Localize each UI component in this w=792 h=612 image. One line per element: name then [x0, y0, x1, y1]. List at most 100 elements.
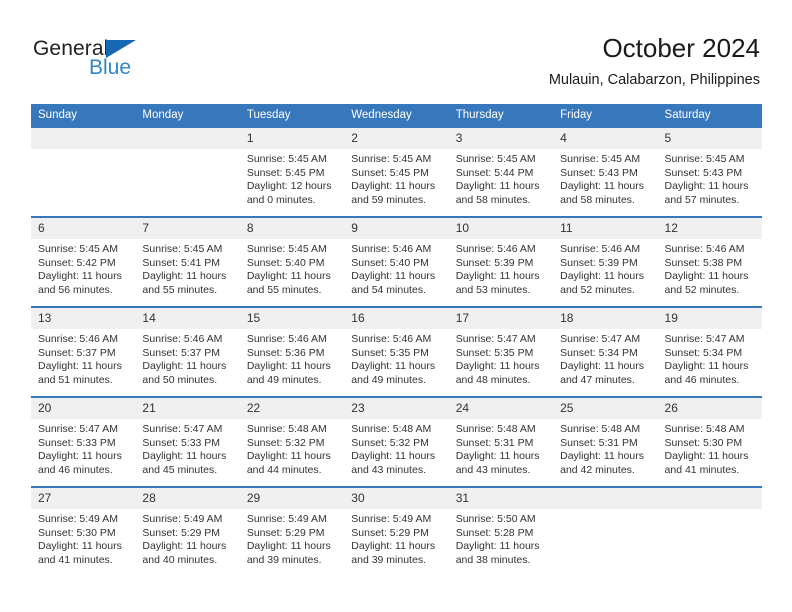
- day-details: [135, 149, 239, 153]
- day-cell-inner: 1 Sunrise: 5:45 AM Sunset: 5:45 PM Daylight…: [239, 128, 345, 216]
- sunrise-text: Sunrise: 5:49 AM: [246, 513, 327, 525]
- calendar-day-cell[interactable]: 14 Sunrise: 5:46 AM Sunset: 5:37 PM Dayligh…: [135, 306, 240, 397]
- daylight-text: Daylight: 11 hours and 45 minutes.: [142, 450, 227, 476]
- sunset-text: Sunset: 5:30 PM: [38, 526, 116, 539]
- day-details: [658, 509, 762, 513]
- daylight-text: Daylight: 12 hours and 0 minutes.: [246, 180, 332, 206]
- daylight-text: Daylight: 11 hours and 39 minutes.: [351, 540, 436, 566]
- sunrise-text: Sunrise: 5:47 AM: [455, 333, 536, 345]
- day-number: 29: [239, 488, 345, 509]
- calendar-day-cell[interactable]: 10 Sunrise: 5:46 AM Sunset: 5:39 PM Dayligh…: [448, 216, 554, 307]
- calendar-day-cell[interactable]: 30 Sunrise: 5:49 AM Sunset: 5:29 PM Dayligh…: [344, 486, 449, 576]
- calendar-day-cell[interactable]: 28 Sunrise: 5:49 AM Sunset: 5:29 PM Dayligh…: [135, 486, 240, 576]
- sunset-text: Sunset: 5:43 PM: [560, 166, 638, 179]
- day-details: Sunrise: 5:47 AM Sunset: 5:33 PM Daylight:…: [135, 419, 239, 477]
- calendar-day-cell[interactable]: 18 Sunrise: 5:47 AM Sunset: 5:34 PM Dayligh…: [553, 306, 658, 397]
- calendar-day-cell[interactable]: 21 Sunrise: 5:47 AM Sunset: 5:33 PM Dayligh…: [135, 396, 240, 487]
- day-cell-inner: 4 Sunrise: 5:45 AM Sunset: 5:43 PM Daylight…: [553, 128, 658, 216]
- calendar-day-cell[interactable]: 13 Sunrise: 5:46 AM Sunset: 5:37 PM Dayligh…: [31, 306, 136, 397]
- daylight-text: Daylight: 11 hours and 52 minutes.: [664, 270, 749, 296]
- day-cell-inner: 11 Sunrise: 5:46 AM Sunset: 5:39 PM Dayligh…: [553, 218, 658, 306]
- weekday-header-sunday: Sunday: [31, 104, 136, 127]
- daylight-text: Daylight: 11 hours and 57 minutes.: [664, 180, 749, 206]
- sunset-text: Sunset: 5:38 PM: [664, 256, 743, 269]
- calendar-day-cell[interactable]: 5 Sunrise: 5:45 AM Sunset: 5:43 PM Daylight…: [657, 126, 762, 217]
- calendar-day-cell[interactable]: 12 Sunrise: 5:46 AM Sunset: 5:38 PM Dayligh…: [657, 216, 762, 307]
- sunrise-text: Sunrise: 5:45 AM: [664, 153, 745, 165]
- calendar-day-cell[interactable]: 26 Sunrise: 5:48 AM Sunset: 5:30 PM Dayligh…: [657, 396, 762, 487]
- calendar-day-cell[interactable]: 29 Sunrise: 5:49 AM Sunset: 5:29 PM Dayligh…: [239, 486, 345, 576]
- calendar-day-cell[interactable]: 3 Sunrise: 5:45 AM Sunset: 5:44 PM Daylight…: [448, 126, 554, 217]
- sunrise-text: Sunrise: 5:45 AM: [142, 243, 223, 255]
- day-cell-inner: 27 Sunrise: 5:49 AM Sunset: 5:30 PM Dayligh…: [31, 488, 136, 576]
- day-cell-inner: 16 Sunrise: 5:46 AM Sunset: 5:35 PM Dayligh…: [344, 308, 449, 396]
- day-cell-inner: 15 Sunrise: 5:46 AM Sunset: 5:36 PM Dayligh…: [239, 308, 345, 396]
- weekday-header-friday: Friday: [553, 104, 658, 127]
- calendar-day-cell[interactable]: 25 Sunrise: 5:48 AM Sunset: 5:31 PM Dayligh…: [553, 396, 658, 487]
- day-cell-inner: 22 Sunrise: 5:48 AM Sunset: 5:32 PM Dayligh…: [239, 398, 345, 486]
- day-number: 9: [344, 218, 449, 239]
- day-number: 30: [344, 488, 449, 509]
- calendar-day-cell[interactable]: 11 Sunrise: 5:46 AM Sunset: 5:39 PM Dayligh…: [553, 216, 658, 307]
- day-cell-inner: 19 Sunrise: 5:47 AM Sunset: 5:34 PM Dayligh…: [657, 308, 762, 396]
- calendar-day-cell[interactable]: 16 Sunrise: 5:46 AM Sunset: 5:35 PM Dayligh…: [344, 306, 449, 397]
- sunrise-text: Sunrise: 5:50 AM: [455, 513, 536, 525]
- calendar-day-cell[interactable]: 17 Sunrise: 5:47 AM Sunset: 5:35 PM Dayligh…: [448, 306, 554, 397]
- calendar-day-cell[interactable]: 1 Sunrise: 5:45 AM Sunset: 5:45 PM Daylight…: [239, 126, 345, 217]
- calendar-day-cell[interactable]: 19 Sunrise: 5:47 AM Sunset: 5:34 PM Dayligh…: [657, 306, 762, 397]
- calendar-day-cell[interactable]: 23 Sunrise: 5:48 AM Sunset: 5:32 PM Dayligh…: [344, 396, 449, 487]
- day-cell-inner: 29 Sunrise: 5:49 AM Sunset: 5:29 PM Dayligh…: [239, 488, 345, 576]
- general-blue-logo[interactable]: General Blue: [33, 37, 213, 87]
- calendar-day-cell[interactable]: 31 Sunrise: 5:50 AM Sunset: 5:28 PM Dayligh…: [448, 486, 554, 576]
- day-cell-inner: 17 Sunrise: 5:47 AM Sunset: 5:35 PM Dayligh…: [448, 308, 554, 396]
- calendar-week-row: 6 Sunrise: 5:45 AM Sunset: 5:42 PM Daylight…: [31, 216, 762, 307]
- calendar-day-cell[interactable]: 22 Sunrise: 5:48 AM Sunset: 5:32 PM Dayligh…: [239, 396, 345, 487]
- sunrise-text: Sunrise: 5:46 AM: [246, 333, 327, 345]
- sunset-text: Sunset: 5:45 PM: [246, 166, 325, 179]
- day-details: Sunrise: 5:45 AM Sunset: 5:43 PM Daylight:…: [553, 149, 657, 207]
- sunrise-text: Sunrise: 5:46 AM: [560, 243, 641, 255]
- sunrise-text: Sunrise: 5:45 AM: [38, 243, 118, 255]
- day-cell-inner: 13 Sunrise: 5:46 AM Sunset: 5:37 PM Dayligh…: [31, 308, 136, 396]
- calendar-day-cell[interactable]: 6 Sunrise: 5:45 AM Sunset: 5:42 PM Daylight…: [31, 216, 136, 307]
- calendar-day-cell[interactable]: 4 Sunrise: 5:45 AM Sunset: 5:43 PM Daylight…: [553, 126, 658, 217]
- day-number: 3: [448, 128, 554, 149]
- calendar-day-cell[interactable]: 15 Sunrise: 5:46 AM Sunset: 5:36 PM Dayligh…: [239, 306, 345, 397]
- sunset-text: Sunset: 5:33 PM: [142, 436, 221, 449]
- sunrise-text: Sunrise: 5:49 AM: [38, 513, 118, 525]
- day-cell-inner: 12 Sunrise: 5:46 AM Sunset: 5:38 PM Dayligh…: [657, 218, 762, 306]
- day-cell-inner: 23 Sunrise: 5:48 AM Sunset: 5:32 PM Dayligh…: [344, 398, 449, 486]
- day-cell-inner: [135, 128, 240, 216]
- day-details: [553, 509, 657, 513]
- sunset-text: Sunset: 5:44 PM: [455, 166, 534, 179]
- sunset-text: Sunset: 5:37 PM: [142, 346, 221, 359]
- calendar-day-cell[interactable]: 9 Sunrise: 5:46 AM Sunset: 5:40 PM Daylight…: [344, 216, 449, 307]
- sunrise-text: Sunrise: 5:45 AM: [351, 153, 432, 165]
- calendar-day-cell[interactable]: 2 Sunrise: 5:45 AM Sunset: 5:45 PM Daylight…: [344, 126, 449, 217]
- calendar-day-cell[interactable]: 20 Sunrise: 5:47 AM Sunset: 5:33 PM Dayligh…: [31, 396, 136, 487]
- day-details: Sunrise: 5:46 AM Sunset: 5:36 PM Daylight:…: [240, 329, 344, 387]
- daylight-text: Daylight: 11 hours and 47 minutes.: [560, 360, 644, 386]
- logo-text-blue: Blue: [89, 56, 132, 79]
- sunrise-text: Sunrise: 5:46 AM: [455, 243, 536, 255]
- calendar-day-cell[interactable]: 24 Sunrise: 5:48 AM Sunset: 5:31 PM Dayligh…: [448, 396, 554, 487]
- calendar-day-cell[interactable]: 8 Sunrise: 5:45 AM Sunset: 5:40 PM Daylight…: [239, 216, 345, 307]
- day-details: Sunrise: 5:45 AM Sunset: 5:40 PM Daylight:…: [240, 239, 344, 297]
- weekday-header-saturday: Saturday: [657, 104, 762, 127]
- calendar-day-cell[interactable]: 7 Sunrise: 5:45 AM Sunset: 5:41 PM Daylight…: [135, 216, 240, 307]
- weekday-header-thursday: Thursday: [448, 104, 554, 127]
- day-number: 11: [553, 218, 658, 239]
- daylight-text: Daylight: 11 hours and 55 minutes.: [246, 270, 331, 296]
- day-number: 15: [239, 308, 345, 329]
- day-cell-inner: 30 Sunrise: 5:49 AM Sunset: 5:29 PM Dayligh…: [344, 488, 449, 576]
- day-details: Sunrise: 5:46 AM Sunset: 5:38 PM Daylight:…: [658, 239, 762, 297]
- calendar-body: 1 Sunrise: 5:45 AM Sunset: 5:45 PM Daylight…: [31, 126, 762, 576]
- calendar-day-cell[interactable]: 27 Sunrise: 5:49 AM Sunset: 5:30 PM Dayligh…: [31, 486, 136, 576]
- day-details: Sunrise: 5:47 AM Sunset: 5:34 PM Daylight:…: [553, 329, 657, 387]
- sunrise-text: Sunrise: 5:48 AM: [351, 423, 432, 435]
- daylight-text: Daylight: 11 hours and 43 minutes.: [351, 450, 436, 476]
- calendar-week-row: 20 Sunrise: 5:47 AM Sunset: 5:33 PM Dayligh…: [31, 396, 762, 487]
- day-cell-inner: 8 Sunrise: 5:45 AM Sunset: 5:40 PM Daylight…: [239, 218, 345, 306]
- sunset-text: Sunset: 5:37 PM: [38, 346, 116, 359]
- daylight-text: Daylight: 11 hours and 40 minutes.: [142, 540, 227, 566]
